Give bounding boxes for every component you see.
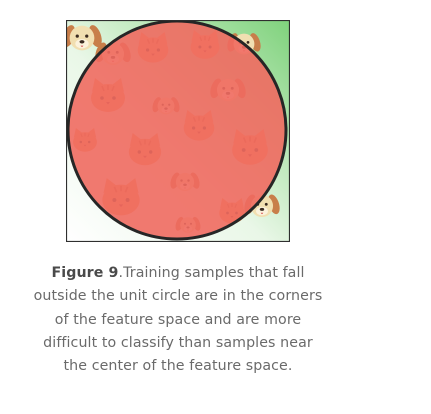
caption-text: .Training samples that fall outside the … <box>33 265 323 375</box>
figure-panel <box>66 20 290 242</box>
unit-circle <box>66 20 288 241</box>
figure-caption: Figure 9.Training samples that fall outs… <box>30 262 326 378</box>
figure-label: Figure 9 <box>51 265 119 281</box>
feature-space-illustration <box>66 20 290 242</box>
